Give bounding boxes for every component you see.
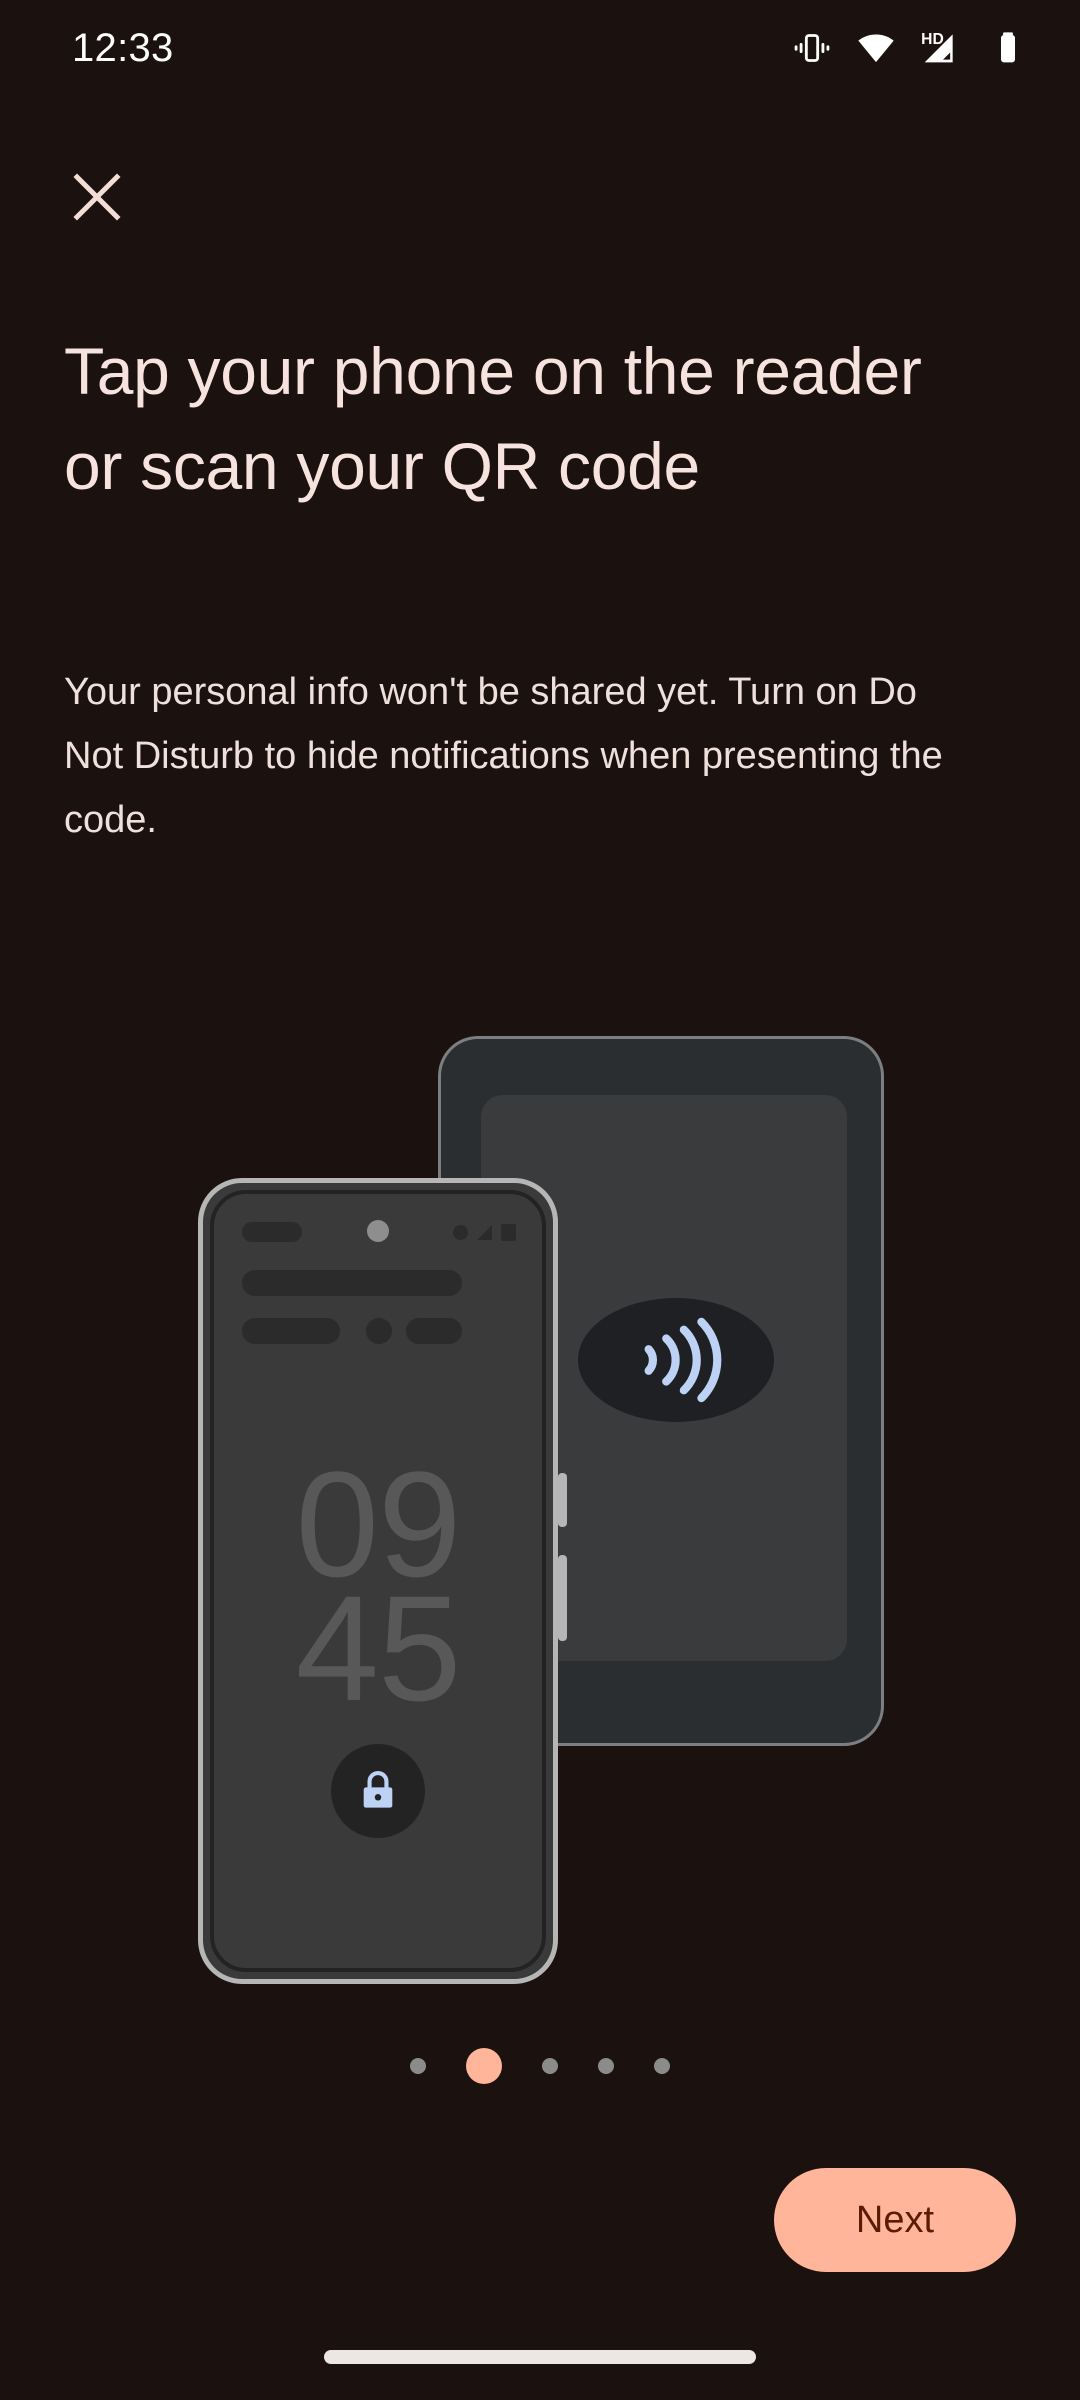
hd-signal-icon: HD — [921, 31, 953, 63]
phone-lockscreen-minute: 45 — [295, 1564, 462, 1732]
phone-lockscreen-clock: 09 45 — [214, 1449, 542, 1732]
phone-mock-clock-pill — [242, 1222, 302, 1242]
page-dot-4[interactable] — [598, 2058, 614, 2074]
phone-mock-notification-line — [242, 1318, 340, 1344]
lock-icon — [363, 1771, 393, 1808]
phone-mock-notification-line — [406, 1318, 462, 1344]
battery-icon — [1001, 32, 1015, 63]
system-status-bar: 12:33 HD — [0, 0, 1080, 96]
page-title: Tap your phone on the reader or scan you… — [64, 334, 922, 503]
onboarding-screen: 12:33 HD Tap your phone on the reader or… — [0, 0, 1080, 2400]
status-bar-clock: 12:33 — [72, 26, 174, 70]
phone-mock-status-icons — [453, 1224, 516, 1241]
phone-front-camera — [367, 1220, 389, 1242]
page-dot-2[interactable] — [466, 2048, 502, 2084]
page-description: Your personal info won't be shared yet. … — [64, 671, 943, 841]
phone-power-button — [558, 1555, 567, 1641]
phone-lock-badge — [331, 1744, 425, 1838]
page-indicator — [0, 2048, 1080, 2084]
page-dot-5[interactable] — [654, 2058, 670, 2074]
vibrate-icon — [794, 34, 830, 62]
phone-mock-signal-icon — [477, 1225, 492, 1240]
status-bar-icons: HD — [792, 28, 1028, 68]
phone-mock-wifi-icon — [453, 1225, 468, 1240]
close-button[interactable] — [42, 142, 152, 252]
phone-mock-notification-dot — [366, 1318, 392, 1344]
page-dot-3[interactable] — [542, 2058, 558, 2074]
close-icon — [73, 173, 121, 221]
phone-screen: 09 45 — [210, 1190, 546, 1972]
page-dot-1[interactable] — [410, 2058, 426, 2074]
phone-mock-status-bar — [214, 1216, 542, 1250]
gesture-navigation-bar[interactable] — [324, 2350, 756, 2364]
tap-to-pay-illustration: 09 45 — [0, 1010, 1080, 2010]
phone-mock-battery-icon — [501, 1224, 516, 1241]
next-button[interactable]: Next — [774, 2168, 1016, 2272]
contactless-nfc-icon — [578, 1298, 774, 1422]
phone-graphic: 09 45 — [198, 1178, 567, 1984]
phone-mock-notification-line — [242, 1270, 462, 1296]
phone-volume-button — [558, 1473, 567, 1527]
wifi-icon — [858, 34, 894, 63]
svg-text:HD: HD — [921, 31, 944, 48]
